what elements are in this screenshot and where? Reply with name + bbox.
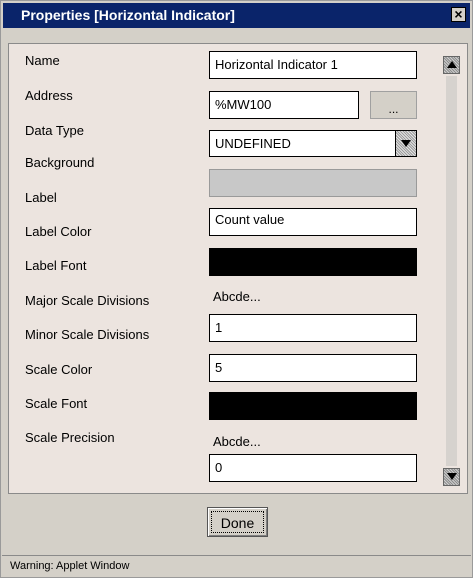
vertical-scrollbar[interactable] [442,52,462,490]
scale-precision-label: Scale Precision [25,430,115,445]
address-browse-button[interactable]: ... [370,91,417,119]
status-bar: Warning: Applet Window [2,555,471,577]
properties-panel: Name Address Data Type Background Label … [8,43,468,494]
arrow-down-icon [447,473,457,480]
major-scale-divisions-field[interactable]: 1 [209,314,417,342]
major-scale-divisions-label: Major Scale Divisions [25,293,150,308]
window-title: Properties [Horizontal Indicator] [21,7,235,23]
scale-precision-field[interactable]: 0 [209,454,417,482]
data-type-value: UNDEFINED [215,136,291,151]
address-label: Address [25,88,73,103]
label-font-label: Label Font [25,258,87,273]
background-label: Background [25,155,95,170]
minor-scale-divisions-field[interactable]: 5 [209,354,417,382]
scale-color-label: Scale Color [25,362,93,377]
minor-scale-divisions-label: Minor Scale Divisions [25,327,150,342]
name-field[interactable]: Horizontal Indicator 1 [209,51,417,79]
arrow-up-icon [447,61,457,68]
label-font-value[interactable]: Abcde... [213,289,261,304]
properties-dialog: Properties [Horizontal Indicator] × Name… [0,0,473,578]
data-type-label: Data Type [25,123,85,138]
background-color-swatch[interactable] [209,169,417,197]
address-field[interactable]: %MW100 [209,91,359,119]
scale-color-swatch[interactable] [209,392,417,420]
scroll-up-button[interactable] [443,56,460,74]
name-label: Name [25,53,60,68]
close-icon: × [454,6,463,22]
chevron-down-icon [401,140,411,147]
scroll-down-button[interactable] [443,468,460,486]
label-label: Label [25,190,57,205]
scroll-track[interactable] [446,76,457,466]
label-color-label: Label Color [25,224,92,239]
done-button-label: Done [211,511,264,533]
title-bar[interactable]: Properties [Horizontal Indicator] × [3,3,470,28]
label-color-swatch[interactable] [209,248,417,276]
scale-font-value[interactable]: Abcde... [213,434,261,449]
label-field[interactable]: Count value [209,208,417,236]
done-button[interactable]: Done [207,507,268,537]
scale-font-label: Scale Font [25,396,88,411]
data-type-select[interactable]: UNDEFINED [209,130,417,157]
dropdown-arrow-button[interactable] [395,131,416,156]
close-button[interactable]: × [451,6,466,22]
status-text: Warning: Applet Window [10,560,130,572]
